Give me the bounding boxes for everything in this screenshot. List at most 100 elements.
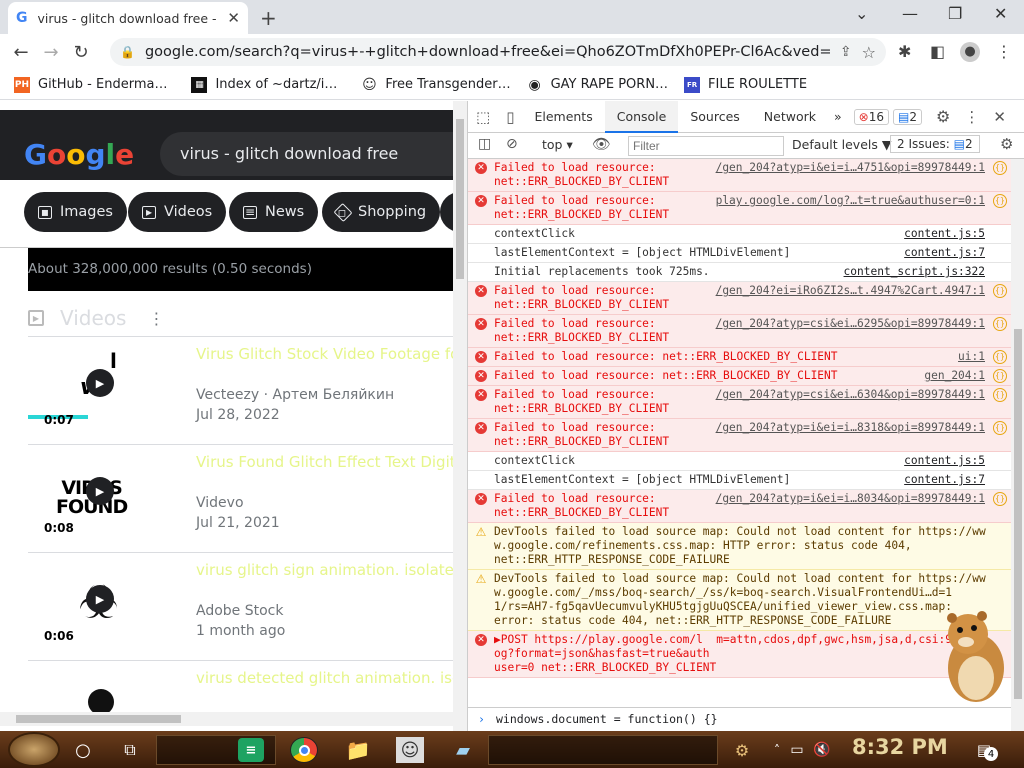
video-thumbnail[interactable]: ☣ ▶ 0:06 [28,561,178,653]
reload-button[interactable]: ↻ [66,42,96,63]
console-settings-icon[interactable]: ⚙ [1000,135,1013,153]
inspect-icon[interactable]: ⬚ [468,108,498,126]
reveal-source-icon[interactable]: {} [993,369,1007,383]
reveal-source-icon[interactable]: {} [993,194,1007,208]
context-selector[interactable]: top ▾ [542,137,573,152]
video-title[interactable]: virus glitch sign animation. isolated [196,561,453,579]
bookmark-1[interactable]: ▦ Index of ~dartz/i… [191,76,337,93]
eye-icon[interactable]: 👁 [592,135,611,153]
video-title[interactable]: virus detected glitch animation. isola [196,669,453,687]
chevron-down-icon[interactable]: ⌄ [855,4,868,23]
console-source-link[interactable]: content.js:7 [904,473,985,487]
chip-videos[interactable]: ▸ Videos [128,192,227,232]
taskbar-clock[interactable]: 8:32 PM [852,735,948,759]
scrollbar-thumb[interactable] [456,119,464,279]
video-result[interactable]: l vu ▶ 0:07 Virus Glitch Stock Video Foo… [28,336,453,444]
reveal-source-icon[interactable]: {} [993,492,1007,506]
paper-app-icon[interactable]: ▰ [450,735,476,765]
more-tabs-button[interactable]: » [828,101,848,133]
console-source-link[interactable]: content_script.js:322 [844,265,985,279]
console-source-link[interactable]: play.google.com/log?…t=true&authuser=0:1 [715,194,985,208]
url-text[interactable]: google.com/search?q=virus+-+glitch+downl… [145,44,830,60]
chip-images[interactable]: ▪ Images [24,192,127,232]
close-devtools-icon[interactable]: ✕ [993,108,1006,126]
reveal-source-icon[interactable]: {} [993,350,1007,364]
reveal-source-icon[interactable]: {} [993,388,1007,402]
tab-network[interactable]: Network [752,101,828,133]
hamster-desktop-pet[interactable] [938,606,1010,704]
more-options-icon[interactable]: ⋮ [148,309,164,328]
play-icon[interactable]: ▶ [86,477,114,505]
reveal-source-icon[interactable]: {} [993,284,1007,298]
portrait-app-icon[interactable]: ☺ [396,737,424,763]
console-source-link[interactable]: /gen_204?atyp=i&ei=i…8034&opi=89978449:1 [715,492,985,506]
task-view-icon[interactable]: ⧉ [116,735,144,765]
back-button[interactable]: ← [6,42,36,63]
issues-button[interactable]: 2 Issues: ▤2 [890,135,980,153]
console-filter-input[interactable] [628,136,784,156]
video-result[interactable]: ☣ ▶ 0:06 virus glitch sign animation. is… [28,552,453,660]
scrollbar-thumb[interactable] [1014,329,1022,699]
video-result[interactable]: VIRUSFOUND ▶ 0:08 Virus Found Glitch Eff… [28,444,453,552]
restore-button[interactable]: ❐ [948,4,962,23]
console-source-link[interactable]: /gen_204?atyp=csi&ei…6295&opi=89978449:1 [715,317,985,331]
close-window-button[interactable]: ✕ [994,4,1007,23]
notes-app-icon[interactable]: ≡ [238,738,264,762]
play-icon[interactable]: ▶ [86,369,114,397]
page-horizontal-scrollbar[interactable] [0,712,453,726]
close-tab-icon[interactable]: ✕ [227,9,240,27]
device-toolbar-icon[interactable]: ▯ [498,108,522,126]
browser-tab[interactable]: G virus - glitch download free - G ✕ [8,2,248,34]
side-panel-icon[interactable]: ◧ [930,42,945,61]
search-circle-icon[interactable]: ○ [70,735,96,765]
console-scrollbar[interactable] [1011,159,1024,731]
console-source-link[interactable]: /gen_204?atyp=csi&ei…6304&opi=89978449:1 [715,388,985,402]
lock-icon[interactable]: 🔒 [120,45,135,59]
error-count-badge[interactable]: ⊗16 [853,108,889,125]
console-source-link[interactable]: content.js:5 [904,227,985,241]
tab-console[interactable]: Console [604,100,679,133]
video-title[interactable]: Virus Glitch Stock Video Footage for [196,345,453,363]
sidebar-toggle-icon[interactable]: ◫ [478,136,491,152]
reveal-source-icon[interactable]: {} [993,317,1007,331]
chip-more[interactable] [440,192,453,232]
console-source-link[interactable]: ui:1 [958,350,985,364]
video-thumbnail[interactable]: VIRUSFOUND ▶ 0:08 [28,453,178,545]
console-source-link[interactable]: content.js:5 [904,454,985,468]
file-explorer-icon[interactable]: 📁 [344,735,372,765]
console-source-link[interactable]: /gen_204?atyp=i&ei=i…4751&opi=89978449:1 [715,161,985,175]
bookmark-2[interactable]: ☺ Free Transgender… [361,76,511,93]
settings-gear-icon[interactable]: ⚙ [936,107,950,126]
console-source-link[interactable]: content.js:7 [904,246,985,260]
page-vertical-scrollbar[interactable] [453,101,467,731]
console-source-link[interactable]: /gen_204?atyp=i&ei=i…8318&opi=89978449:1 [715,421,985,435]
forward-button[interactable]: → [36,42,66,63]
reveal-source-icon[interactable]: {} [993,161,1007,175]
profile-avatar-icon[interactable]: ● [960,42,980,62]
share-icon[interactable]: ⇪ [840,44,852,60]
tab-elements[interactable]: Elements [522,101,604,133]
show-hidden-icons-chevron[interactable]: ˄ [770,735,784,765]
console-prompt[interactable]: › windows.document = function() {} [468,707,1011,731]
chrome-icon[interactable] [290,737,318,763]
extensions-icon[interactable]: ✱ [898,42,911,61]
network-icon[interactable]: ▭ [788,735,806,765]
taskbar-window-slot[interactable] [488,735,718,765]
message-count-badge[interactable]: ▤2 [893,108,922,125]
new-tab-button[interactable]: + [260,6,277,30]
google-logo[interactable]: Google [24,138,134,171]
reveal-source-icon[interactable]: {} [993,421,1007,435]
bookmark-0[interactable]: PH GitHub - Enderma… [14,76,167,93]
chip-shopping[interactable]: ◇ Shopping [322,192,441,232]
menu-kebab-icon[interactable]: ⋮ [996,42,1012,61]
prompt-text[interactable]: windows.document = function() {} [496,712,718,726]
log-levels-dropdown[interactable]: Default levels ▼ [792,137,891,152]
search-input[interactable]: virus - glitch download free [160,132,453,176]
bookmark-star-icon[interactable]: ☆ [862,43,876,62]
console-source-link[interactable]: gen_204:1 [924,369,985,383]
minimize-button[interactable]: — [902,4,918,23]
clear-console-icon[interactable]: ⊘ [506,136,518,152]
tab-sources[interactable]: Sources [678,101,751,133]
play-icon[interactable]: ▶ [86,585,114,613]
devtools-menu-icon[interactable]: ⋮ [964,108,979,126]
